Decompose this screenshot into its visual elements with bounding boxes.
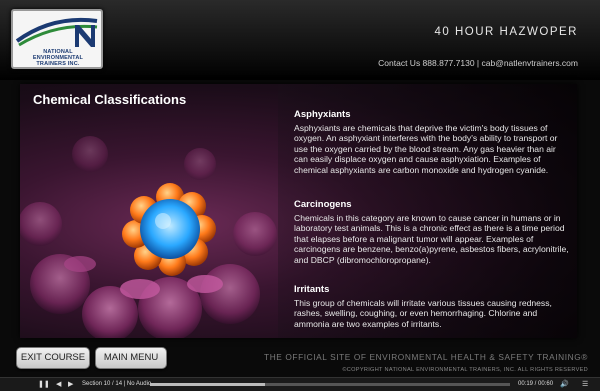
virus-cell-illustration xyxy=(20,136,277,338)
section-heading: Carcinogens xyxy=(294,199,352,210)
progress-track[interactable] xyxy=(150,383,510,386)
time-display: 00:19 / 00:60 xyxy=(518,381,554,387)
copyright-notice: ©COPYRIGHT NATIONAL ENVIRONMENTAL TRAINE… xyxy=(342,367,588,373)
player-controls: ❚❚ ◀ ▶ Section 10 / 14 | No Audio 00:19 … xyxy=(0,377,600,391)
tagline: THE OFFICIAL SITE OF ENVIRONMENTAL HEALT… xyxy=(264,352,588,362)
volume-icon[interactable]: 🔊 xyxy=(560,380,569,389)
exit-course-button[interactable]: EXIT COURSE xyxy=(16,347,90,369)
logo-line: TRAINERS INC. xyxy=(36,61,80,67)
main-menu-button[interactable]: MAIN MENU xyxy=(95,347,167,369)
page-title: Chemical Classifications xyxy=(33,92,187,107)
logo-emblem-icon xyxy=(15,17,98,47)
section-asphyxiants: Asphyxiants Asphyxiants are chemicals th… xyxy=(294,109,572,175)
menu-icon[interactable]: ☰ xyxy=(582,380,588,389)
logo-text: NATIONAL ENVIRONMENTAL TRAINERS INC. xyxy=(17,49,99,67)
section-status: Section 10 / 14 | No Audio xyxy=(82,381,152,387)
pause-icon[interactable]: ❚❚ xyxy=(38,380,50,389)
section-heading: Irritants xyxy=(294,284,330,295)
previous-icon[interactable]: ◀ xyxy=(56,380,61,389)
progress-fill xyxy=(150,383,266,386)
header-bar: NATIONAL ENVIRONMENTAL TRAINERS INC. 40 … xyxy=(0,0,600,80)
section-body: Chemicals in this category are known to … xyxy=(294,212,569,265)
company-logo: NATIONAL ENVIRONMENTAL TRAINERS INC. xyxy=(11,9,103,69)
content-stage: Chemical Classifications Asphyxiants Asp… xyxy=(20,84,577,338)
course-title: 40 HOUR HAZWOPER xyxy=(434,26,578,38)
section-heading: Asphyxiants xyxy=(294,109,351,120)
section-body: Asphyxiants are chemicals that deprive t… xyxy=(294,122,558,175)
next-icon[interactable]: ▶ xyxy=(68,380,73,389)
contact-info[interactable]: Contact Us 888.877.7130 | cab@natlenvtra… xyxy=(378,58,578,68)
section-carcinogens: Carcinogens Chemicals in this category a… xyxy=(294,199,572,265)
section-body: This group of chemicals will irritate va… xyxy=(294,297,552,329)
section-irritants: Irritants This group of chemicals will i… xyxy=(294,284,572,329)
